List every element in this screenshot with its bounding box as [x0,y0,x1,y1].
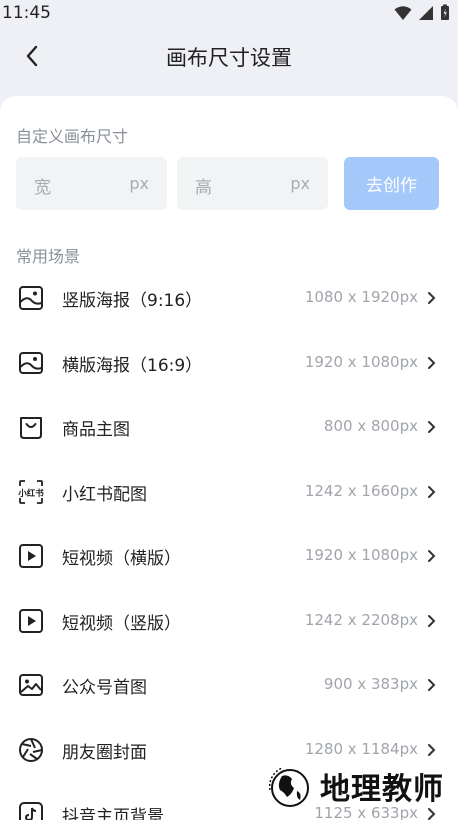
chevron-right-icon [428,486,436,498]
scene-item-landscape-poster[interactable]: 横版海报（16:9） 1920 x 1080px [0,331,458,395]
content-card: 自定义画布尺寸 宽 px 高 px 去创作 常用场景 竖版海报（9:16） 10… [0,96,458,820]
status-bar: 11:45 [0,0,458,26]
height-placeholder: 高 [195,178,212,198]
scene-size: 1920 x 1080px [304,546,418,564]
svg-text:小红书: 小红书 [18,488,44,499]
battery-icon [441,4,449,20]
width-unit: px [129,174,149,193]
portrait-poster-icon [19,286,43,310]
aperture-icon [19,738,43,762]
watermark: 地理教师 [262,760,444,812]
wifi-icon [394,5,412,20]
status-time: 11:45 [2,3,51,23]
scene-item-short-video-landscape[interactable]: 短视频（横版） 1920 x 1080px [0,524,458,588]
status-icons [394,4,450,21]
image-icon [19,674,43,696]
custom-size-section-title: 自定义画布尺寸 [16,127,129,146]
scene-size: 800 x 800px [323,417,418,435]
page-title: 画布尺寸设置 [166,46,292,70]
video-play-icon [19,544,43,568]
scene-name: 商品主图 [62,420,130,440]
shopping-bag-icon [20,417,42,439]
scene-item-portrait-poster[interactable]: 竖版海报（9:16） 1080 x 1920px [0,266,458,330]
height-unit: px [290,174,310,193]
signal-icon [419,5,433,20]
create-button[interactable]: 去创作 [344,157,439,210]
scene-name: 短视频（横版） [62,549,181,569]
video-play-icon [19,609,43,633]
scene-name: 朋友圈封面 [62,743,147,763]
tiktok-icon [19,802,43,820]
scene-size: 1280 x 1184px [304,740,418,758]
scene-item-xiaohongshu[interactable]: 小红书 小红书配图 1242 x 1660px [0,460,458,524]
scene-item-official-account-cover[interactable]: 公众号首图 900 x 383px [0,653,458,717]
scene-name: 横版海报（16:9） [62,356,203,376]
globe-logo-icon [268,767,309,807]
height-input[interactable]: 高 px [177,157,328,210]
scenes-section-title: 常用场景 [16,247,81,266]
scene-size: 1920 x 1080px [304,353,418,371]
chevron-right-icon [428,292,436,304]
scene-name: 短视频（竖版） [62,614,181,634]
scene-item-product-main-image[interactable]: 商品主图 800 x 800px [0,395,458,459]
scene-item-short-video-portrait[interactable]: 短视频（竖版） 1242 x 2208px [0,589,458,653]
xiaohongshu-icon: 小红书 [18,480,44,504]
watermark-text: 地理教师 [320,772,444,807]
chevron-right-icon [428,550,436,562]
scene-size: 900 x 383px [323,675,418,693]
scene-size: 1080 x 1920px [304,288,418,306]
scene-name: 小红书配图 [62,485,147,505]
landscape-poster-icon [19,352,43,374]
chevron-right-icon [428,615,436,627]
header: 画布尺寸设置 [0,26,458,90]
width-input[interactable]: 宽 px [16,157,167,210]
scene-size: 1242 x 1660px [304,482,418,500]
chevron-right-icon [428,744,436,756]
scene-name: 公众号首图 [62,678,147,698]
chevron-right-icon [428,679,436,691]
chevron-right-icon [428,421,436,433]
scene-size: 1242 x 2208px [304,611,418,629]
chevron-right-icon [428,357,436,369]
scene-name: 抖音主页背景 [62,807,164,820]
width-placeholder: 宽 [34,178,51,198]
scene-name: 竖版海报（9:16） [62,291,203,311]
